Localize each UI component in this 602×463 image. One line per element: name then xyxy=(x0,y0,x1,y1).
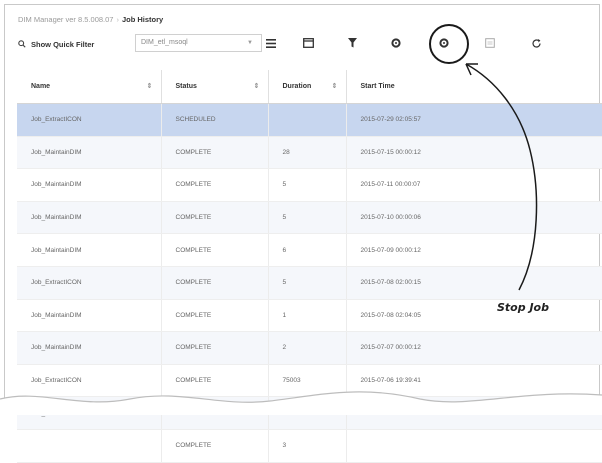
cell-status: COMPLETE xyxy=(161,201,269,235)
cell-name xyxy=(17,429,162,463)
cell-start-time: 2015-07-06 19:36:25 xyxy=(346,396,602,430)
cell-status: COMPLETE xyxy=(161,168,269,202)
cell-start-time: 2015-07-07 00:00:12 xyxy=(346,331,602,365)
cell-start-time: 2015-07-08 02:00:15 xyxy=(346,266,602,300)
cell-start-time xyxy=(346,429,602,463)
column-header-start-time[interactable]: Start Time xyxy=(346,70,602,104)
cell-duration: 1 xyxy=(268,299,347,333)
search-icon xyxy=(18,40,26,48)
job-history-table: Name ⇕ Status ⇕ Duration ⇕ Start Time Job_E… xyxy=(17,70,602,463)
cell-status: COMPLETE xyxy=(161,396,269,430)
cell-duration: 28 xyxy=(268,136,347,170)
column-header-label: Start Time xyxy=(360,83,395,90)
column-header-status[interactable]: Status ⇕ xyxy=(161,70,269,104)
column-header-label: Name xyxy=(31,83,51,90)
cell-name: Job_MaintainDIM xyxy=(17,331,162,365)
cell-start-time: 2015-07-29 02:05:57 xyxy=(346,103,602,137)
cell-duration xyxy=(268,103,347,137)
breadcrumb: DIM Manager ver 8.5.008.07 › Job History xyxy=(18,15,163,24)
cell-start-time: 2015-07-15 00:00:12 xyxy=(346,136,602,170)
filter-select[interactable]: DIM_etl_msoql ▼ xyxy=(135,34,262,52)
cell-start-time: 2015-07-09 00:00:12 xyxy=(346,233,602,267)
sort-icon: ⇕ xyxy=(253,83,260,90)
cell-status: COMPLETE xyxy=(161,364,269,398)
page-title: Job History xyxy=(121,15,164,24)
cell-start-time: 2015-07-08 02:04:05 xyxy=(346,299,602,333)
quick-filter-label: Show Quick Filter xyxy=(31,39,95,49)
column-header-label: Status xyxy=(175,83,197,90)
cell-start-time: 2015-07-10 00:00:06 xyxy=(346,201,602,235)
cell-start-time: 2015-07-11 00:00:07 xyxy=(346,168,602,202)
cell-duration: 0 xyxy=(268,396,347,430)
column-header-label: Duration xyxy=(282,83,312,90)
table-row-selected[interactable]: Job_ExtractICON SCHEDULED 2015-07-29 02:05… xyxy=(17,103,602,137)
cell-name: Job_MaintainDIM xyxy=(17,233,162,267)
table-row[interactable]: Job_ExtractICON COMPLETE 5 2015-07-08 02:00… xyxy=(17,266,602,300)
cell-name: Job_ExtractICON xyxy=(17,266,162,300)
settings-icon[interactable] xyxy=(388,35,404,51)
cell-status: COMPLETE xyxy=(161,266,269,300)
cell-name: Job_ExtractICON xyxy=(17,396,162,430)
table-row[interactable]: Job_MaintainDIM COMPLETE 5 2015-07-11 00:00… xyxy=(17,168,602,202)
cell-name: Job_ExtractICON xyxy=(17,103,162,137)
show-quick-filter-button[interactable]: Show Quick Filter xyxy=(18,35,94,53)
cell-duration: 3 xyxy=(268,429,347,463)
chevron-down-icon: ▼ xyxy=(247,40,253,46)
export-icon[interactable] xyxy=(300,35,316,51)
stop-job-icon[interactable] xyxy=(436,35,452,51)
sort-icon: ⇕ xyxy=(331,83,338,90)
cell-duration: 5 xyxy=(268,168,347,202)
cell-status: COMPLETE xyxy=(161,331,269,365)
cell-name: Job_MaintainDIM xyxy=(17,136,162,170)
details-icon[interactable] xyxy=(482,35,498,51)
sort-icon: ⇕ xyxy=(146,83,153,90)
cell-status: COMPLETE xyxy=(161,299,269,333)
column-header-name[interactable]: Name ⇕ xyxy=(17,70,162,104)
toolbar: Show Quick Filter DIM_etl_msoql ▼ xyxy=(18,31,599,59)
stop-job-callout: Stop Job xyxy=(497,301,549,314)
cell-name: Job_ExtractICON xyxy=(17,364,162,398)
cell-name: Job_MaintainDIM xyxy=(17,201,162,235)
table-row[interactable]: Job_MaintainDIM COMPLETE 5 2015-07-10 00:00… xyxy=(17,201,602,235)
table-row[interactable]: Job_ExtractICON COMPLETE 0 2015-07-06 19:36… xyxy=(17,396,602,430)
columns-icon[interactable] xyxy=(263,35,279,51)
cell-duration: 6 xyxy=(268,233,347,267)
cell-duration: 2 xyxy=(268,331,347,365)
cell-duration: 5 xyxy=(268,266,347,300)
table-row[interactable]: Job_MaintainDIM COMPLETE 6 2015-07-09 00:00… xyxy=(17,233,602,267)
cell-duration: 5 xyxy=(268,201,347,235)
breadcrumb-app[interactable]: DIM Manager ver 8.5.008.07 xyxy=(18,15,113,24)
cell-status: COMPLETE xyxy=(161,429,269,463)
filter-icon[interactable] xyxy=(344,35,360,51)
refresh-icon[interactable] xyxy=(528,35,544,51)
table-header-row: Name ⇕ Status ⇕ Duration ⇕ Start Time xyxy=(17,70,602,104)
cell-status: COMPLETE xyxy=(161,136,269,170)
cell-status: SCHEDULED xyxy=(161,103,269,137)
cell-start-time: 2015-07-06 19:39:41 xyxy=(346,364,602,398)
column-header-duration[interactable]: Duration ⇕ xyxy=(268,70,347,104)
cell-name: Job_MaintainDIM xyxy=(17,299,162,333)
cell-name: Job_MaintainDIM xyxy=(17,168,162,202)
cell-status: COMPLETE xyxy=(161,233,269,267)
filter-select-value: DIM_etl_msoql xyxy=(141,39,188,46)
table-row[interactable]: COMPLETE 3 xyxy=(17,429,602,463)
table-row[interactable]: Job_MaintainDIM COMPLETE 2 2015-07-07 00:00… xyxy=(17,331,602,365)
cell-duration: 75003 xyxy=(268,364,347,398)
table-row[interactable]: Job_ExtractICON COMPLETE 75003 2015-07-06 1… xyxy=(17,364,602,398)
table-row[interactable]: Job_MaintainDIM COMPLETE 28 2015-07-15 00:0… xyxy=(17,136,602,170)
breadcrumb-separator: › xyxy=(116,15,119,24)
